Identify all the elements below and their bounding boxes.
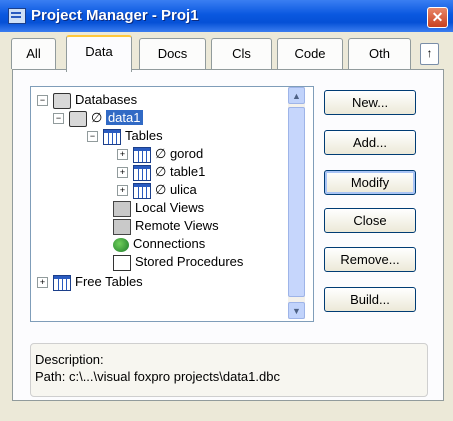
scroll-thumb[interactable] bbox=[288, 107, 305, 297]
description-path: Path: c:\...\visual foxpro projects\data… bbox=[35, 369, 280, 384]
project-manager-window: Project Manager - Proj1 ✕ All Data Docs … bbox=[0, 0, 453, 421]
collapse-icon[interactable]: − bbox=[37, 95, 48, 106]
collapse-icon[interactable]: − bbox=[87, 131, 98, 142]
tree-item-remote-views[interactable]: Remote Views bbox=[113, 217, 219, 235]
build-button[interactable]: Build... bbox=[324, 287, 416, 312]
table-icon bbox=[53, 274, 71, 291]
tree-item-local-views[interactable]: Local Views bbox=[113, 199, 204, 217]
tree-item-connections[interactable]: Connections bbox=[113, 235, 205, 253]
expand-icon[interactable]: + bbox=[117, 167, 128, 178]
tree-item-ulica[interactable]: + ∅ ulica bbox=[117, 181, 197, 199]
tab-docs[interactable]: Docs bbox=[139, 38, 206, 69]
window-title: Project Manager - Proj1 bbox=[31, 7, 199, 24]
database-icon bbox=[53, 92, 71, 109]
database-icon bbox=[69, 110, 87, 127]
tree-item-free-tables[interactable]: + Free Tables bbox=[37, 273, 143, 291]
description-box: Description: Path: c:\...\visual foxpro … bbox=[30, 343, 428, 397]
tab-all[interactable]: All bbox=[11, 38, 56, 69]
remote-view-icon bbox=[113, 218, 131, 235]
expand-icon[interactable]: + bbox=[117, 149, 128, 160]
tree-item-table1[interactable]: + ∅ table1 bbox=[117, 163, 205, 181]
tab-classes[interactable]: Cls bbox=[211, 38, 272, 69]
expand-icon[interactable]: + bbox=[37, 277, 48, 288]
scroll-down-button[interactable]: ▼ bbox=[288, 302, 305, 319]
tab-code[interactable]: Code bbox=[277, 38, 343, 69]
expand-icon[interactable]: + bbox=[117, 185, 128, 196]
tree-scrollbar[interactable]: ▲ ▼ bbox=[288, 87, 305, 319]
tab-other[interactable]: Oth bbox=[348, 38, 411, 69]
connection-icon bbox=[113, 237, 129, 252]
description-label: Description: bbox=[35, 352, 104, 367]
title-bar[interactable]: Project Manager - Proj1 ✕ bbox=[0, 0, 453, 32]
stored-procedure-icon bbox=[113, 254, 131, 271]
tree-item-gorod[interactable]: + ∅ gorod bbox=[117, 145, 203, 163]
tree-item-data1[interactable]: − ∅ data1 bbox=[53, 109, 143, 127]
local-view-icon bbox=[113, 200, 131, 217]
table-icon bbox=[133, 182, 151, 199]
tree-item-tables[interactable]: − Tables bbox=[87, 127, 163, 145]
close-button[interactable]: Close bbox=[324, 208, 416, 233]
collapse-icon[interactable]: − bbox=[53, 113, 64, 124]
project-tree[interactable]: − Databases − ∅ data1 − Tables + ∅ gorod… bbox=[30, 86, 314, 322]
remove-button[interactable]: Remove... bbox=[324, 247, 416, 272]
close-window-button[interactable]: ✕ bbox=[427, 7, 448, 28]
new-button[interactable]: New... bbox=[324, 90, 416, 115]
tab-scroll-button[interactable]: ↑ bbox=[420, 43, 439, 65]
scroll-up-button[interactable]: ▲ bbox=[288, 87, 305, 104]
tab-data[interactable]: Data bbox=[66, 35, 132, 72]
tree-item-stored-procedures[interactable]: Stored Procedures bbox=[113, 253, 243, 271]
add-button[interactable]: Add... bbox=[324, 130, 416, 155]
modify-button[interactable]: Modify bbox=[324, 170, 416, 195]
tree-item-databases[interactable]: − Databases bbox=[37, 91, 137, 109]
project-manager-icon bbox=[8, 8, 26, 24]
table-icon bbox=[133, 164, 151, 181]
table-icon bbox=[133, 146, 151, 163]
table-icon bbox=[103, 128, 121, 145]
